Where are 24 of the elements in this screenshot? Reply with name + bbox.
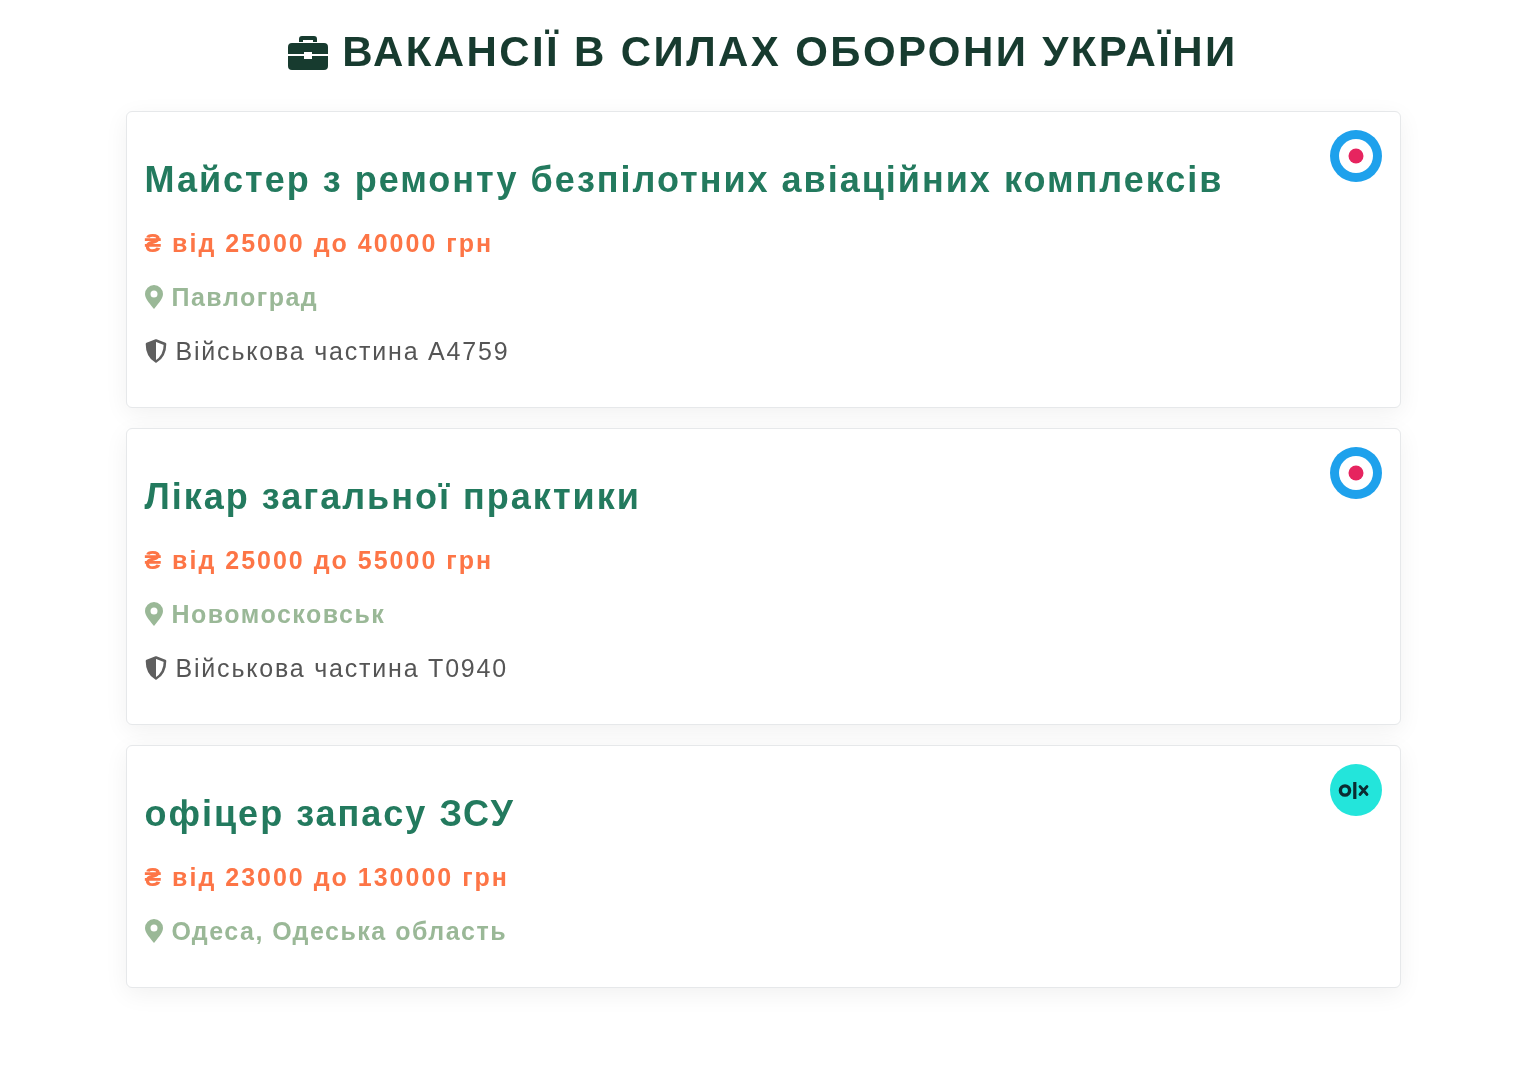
map-pin-icon xyxy=(144,919,163,943)
logo-icon xyxy=(1329,764,1382,816)
vacancy-card[interactable]: офіцер запасу ЗСУ ₴ від 23000 до 130000 грн Одеса, Одеська область xyxy=(125,745,1401,988)
vacancy-card[interactable]: Майстер з ремонту безпілотних авіаційних комплексів ₴ від 25000 до 40000 грн Павлоград Військова частина А4759 xyxy=(125,111,1401,408)
map-pin-icon xyxy=(144,602,163,626)
location-text: Павлоград xyxy=(171,282,319,312)
employer-text: Військова частина Т0940 xyxy=(175,653,508,683)
salary-text: ₴ від 25000 до 40000 грн xyxy=(144,228,494,258)
target-icon xyxy=(1329,447,1382,499)
vacancy-card[interactable]: Лікар загальної практики ₴ від 25000 до 55000 грн Новомосковськ Військова частина Т0940 xyxy=(125,428,1401,725)
map-pin-icon xyxy=(144,285,163,309)
vacancy-title[interactable]: офіцер запасу ЗСУ xyxy=(144,794,515,834)
location-text: Одеса, Одеська область xyxy=(171,916,508,946)
shield-icon xyxy=(144,339,167,363)
salary-text: ₴ від 23000 до 130000 грн xyxy=(144,862,509,892)
salary-text: ₴ від 25000 до 55000 грн xyxy=(144,545,494,575)
shield-icon xyxy=(144,656,167,680)
employer-text: Військова частина А4759 xyxy=(175,336,510,366)
page-title: ВАКАНСІЇ В СИЛАХ ОБОРОНИ УКРАЇНИ xyxy=(342,28,1238,76)
vacancy-title[interactable]: Лікар загальної практики xyxy=(144,477,641,517)
target-icon xyxy=(1329,130,1382,182)
location-text: Новомосковськ xyxy=(171,599,386,629)
briefcase-icon xyxy=(288,34,329,70)
vacancy-title[interactable]: Майстер з ремонту безпілотних авіаційних комплексів xyxy=(144,160,1224,200)
